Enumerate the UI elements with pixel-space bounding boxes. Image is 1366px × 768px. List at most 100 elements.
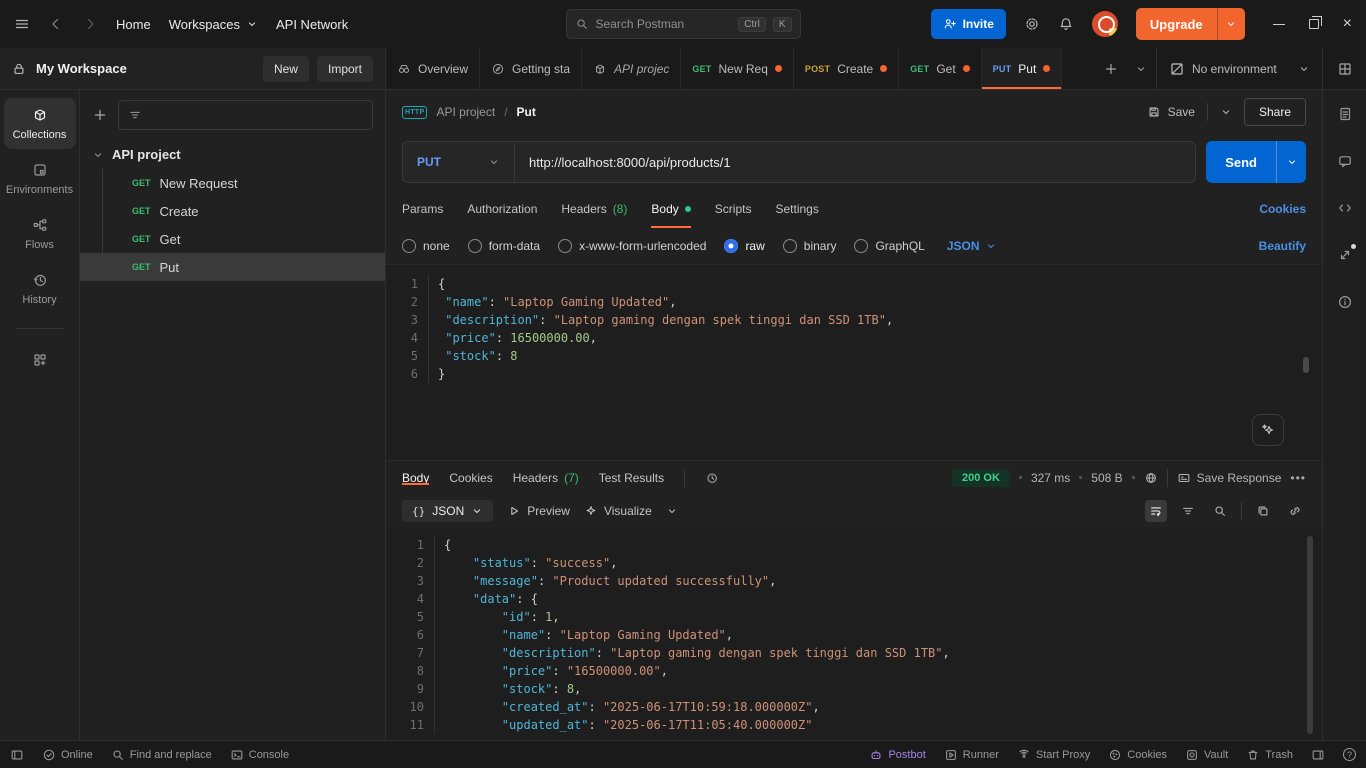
settings-gear-icon[interactable]: [1024, 16, 1040, 32]
request-tab-body[interactable]: Body: [651, 190, 692, 228]
tab-get[interactable]: GET Get: [899, 48, 982, 89]
send-label[interactable]: Send: [1206, 141, 1276, 183]
breadcrumb-request-name[interactable]: Put: [517, 105, 536, 119]
upgrade-button[interactable]: Upgrade: [1135, 8, 1245, 40]
window-close-button[interactable]: ×: [1343, 16, 1352, 32]
code-snippet-icon[interactable]: [1337, 200, 1353, 216]
nav-home[interactable]: Home: [116, 17, 151, 32]
runner-button[interactable]: Runner: [944, 748, 999, 762]
configure-sidebar-icon[interactable]: [4, 343, 76, 376]
tab-getting-sta[interactable]: Getting sta: [480, 48, 583, 89]
invite-button[interactable]: Invite: [930, 9, 1006, 39]
tab-put[interactable]: PUT Put: [981, 48, 1063, 89]
response-body-viewer[interactable]: 1{2 "status": "success", 3 "message": "Pr…: [386, 528, 1322, 740]
request-tab-headers[interactable]: Headers (8): [561, 190, 627, 228]
rail-item-history[interactable]: History: [4, 263, 76, 314]
save-button[interactable]: Save: [1147, 105, 1195, 119]
response-tab-test-results[interactable]: Test Results: [599, 471, 664, 485]
toggle-sidebar-icon[interactable]: [10, 748, 24, 762]
response-tab-headers[interactable]: Headers (7): [513, 471, 579, 485]
help-icon[interactable]: ?: [1343, 748, 1356, 761]
rail-item-collections[interactable]: Collections: [3, 98, 76, 149]
request-tab-settings[interactable]: Settings: [775, 190, 818, 228]
window-maximize-button[interactable]: [1308, 16, 1322, 29]
method-selector[interactable]: PUT: [403, 142, 515, 182]
related-requests-icon[interactable]: [1337, 244, 1356, 263]
search-response-icon[interactable]: [1209, 500, 1231, 522]
visualize-options-caret[interactable]: [666, 505, 678, 517]
copy-response-icon[interactable]: [1252, 500, 1274, 522]
workspace-name[interactable]: My Workspace: [36, 61, 255, 76]
rail-item-environments[interactable]: Environments: [4, 153, 76, 204]
tab-create[interactable]: POST Create: [794, 48, 900, 89]
visualize-button[interactable]: Visualize: [584, 504, 652, 518]
body-mode-form-data[interactable]: form-data: [467, 239, 540, 253]
upgrade-label[interactable]: Upgrade: [1136, 8, 1217, 40]
new-collection-plus-icon[interactable]: [92, 107, 108, 123]
save-response-button[interactable]: Save Response: [1177, 471, 1281, 485]
send-options-caret[interactable]: [1276, 141, 1306, 183]
response-format-selector[interactable]: {} JSON: [402, 500, 494, 522]
add-tab-button[interactable]: [1096, 48, 1126, 89]
vault-button[interactable]: Vault: [1185, 748, 1228, 762]
import-button[interactable]: Import: [316, 55, 373, 82]
online-status[interactable]: Online: [42, 748, 93, 762]
search-input[interactable]: Search Postman Ctrl K: [565, 9, 801, 39]
main-menu-icon[interactable]: [14, 16, 30, 32]
toggle-right-panel-icon[interactable]: [1311, 748, 1325, 762]
request-body-editor[interactable]: 1{2 "name": "Laptop Gaming Updated", 3 "d…: [386, 264, 1322, 460]
wrap-text-icon[interactable]: [1145, 500, 1167, 522]
preview-button[interactable]: Preview: [507, 504, 570, 518]
cookies-link[interactable]: Cookies: [1259, 190, 1306, 228]
new-button[interactable]: New: [262, 55, 309, 82]
comments-icon[interactable]: [1337, 153, 1353, 169]
find-and-replace[interactable]: Find and replace: [111, 748, 212, 762]
body-mode-none[interactable]: none: [402, 239, 450, 253]
tab-api-projec[interactable]: API projec: [582, 48, 682, 89]
upgrade-caret[interactable]: [1216, 8, 1245, 40]
rail-item-flows[interactable]: Flows: [4, 208, 76, 259]
back-icon[interactable]: [48, 16, 64, 32]
request-item-put[interactable]: GET Put: [80, 253, 385, 281]
body-language-selector[interactable]: JSON: [947, 239, 997, 253]
body-mode-binary[interactable]: binary: [782, 239, 836, 253]
request-tab-authorization[interactable]: Authorization: [467, 190, 537, 228]
tab-new-req[interactable]: GET New Req: [681, 48, 794, 89]
link-response-icon[interactable]: [1284, 500, 1306, 522]
request-item-new-request[interactable]: GET New Request: [80, 169, 385, 197]
window-minimize-button[interactable]: [1272, 23, 1285, 25]
environment-quick-look-icon[interactable]: [1322, 48, 1366, 89]
documentation-icon[interactable]: [1337, 106, 1353, 122]
save-options-caret[interactable]: [1220, 106, 1232, 118]
request-tab-params[interactable]: Params: [402, 190, 443, 228]
status-badge[interactable]: 200 OK: [952, 468, 1010, 487]
postbot-button[interactable]: Postbot: [869, 748, 926, 762]
url-input[interactable]: http://localhost:8000/api/products/1: [515, 155, 1195, 170]
breadcrumb-collection[interactable]: API project: [436, 105, 495, 119]
collection-root[interactable]: API project: [80, 140, 385, 169]
filter-collections-input[interactable]: [118, 100, 373, 130]
filter-response-icon[interactable]: [1177, 500, 1199, 522]
response-more-options[interactable]: •••: [1290, 471, 1306, 485]
request-item-create[interactable]: GET Create: [80, 197, 385, 225]
request-tab-scripts[interactable]: Scripts: [715, 190, 752, 228]
share-button[interactable]: Share: [1243, 98, 1306, 126]
cookies-button[interactable]: Cookies: [1108, 748, 1167, 762]
nav-api-network[interactable]: API Network: [276, 17, 348, 32]
body-mode-x-www-form-urlencoded[interactable]: x-www-form-urlencoded: [558, 239, 706, 253]
body-mode-raw[interactable]: raw: [724, 239, 765, 253]
tab-overview[interactable]: Overview: [386, 48, 481, 89]
response-size[interactable]: 508 B: [1091, 471, 1122, 485]
nav-workspaces[interactable]: Workspaces: [169, 17, 258, 32]
request-item-get[interactable]: GET Get: [80, 225, 385, 253]
beautify-link[interactable]: Beautify: [1259, 239, 1306, 253]
response-history-icon[interactable]: [705, 471, 719, 485]
info-icon[interactable]: [1337, 294, 1353, 310]
notifications-bell-icon[interactable]: [1058, 16, 1074, 32]
forward-icon[interactable]: [82, 16, 98, 32]
tab-options-caret[interactable]: [1126, 48, 1156, 89]
user-avatar[interactable]: [1091, 11, 1118, 37]
send-button[interactable]: Send: [1206, 141, 1306, 183]
start-proxy-button[interactable]: Start Proxy: [1017, 748, 1090, 762]
console-button[interactable]: Console: [230, 748, 289, 762]
